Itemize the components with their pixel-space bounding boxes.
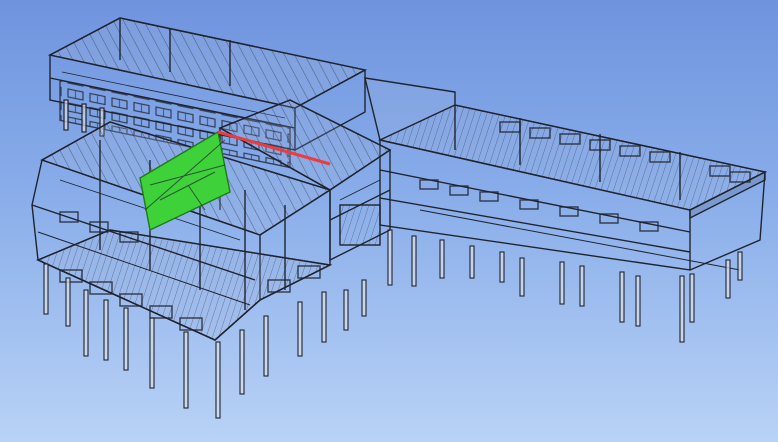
wing-east (364, 77, 768, 271)
3d-model-viewport[interactable] (0, 0, 778, 442)
building-wireframe-model[interactable] (0, 0, 778, 442)
columns-east (387, 229, 743, 343)
